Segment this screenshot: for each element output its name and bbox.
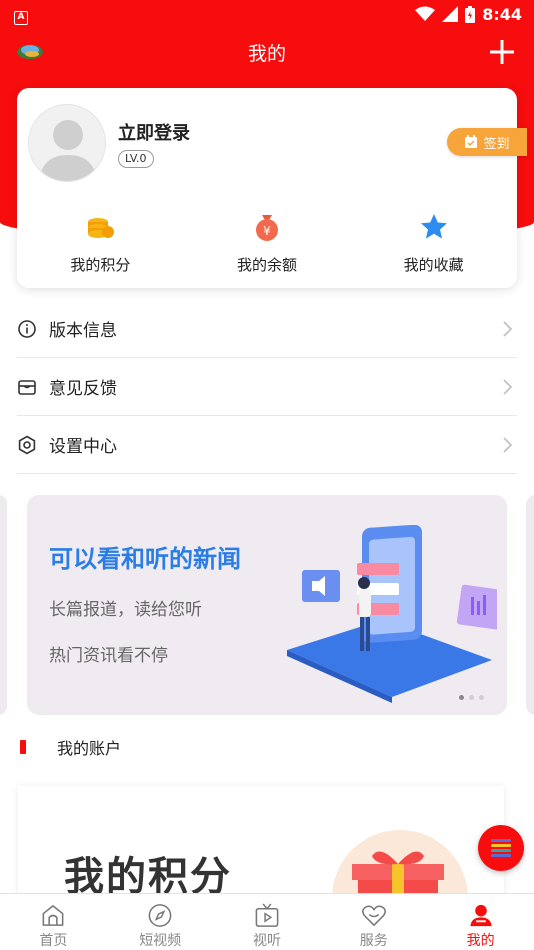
coins-icon [88,218,115,238]
menu-label: 意见反馈 [49,379,117,399]
chevron-right-icon [503,436,513,453]
carousel-dot[interactable] [459,695,464,700]
chevron-right-icon [503,320,513,337]
carousel-indicator [459,695,484,700]
user-stats: 我的积分 ¥ 我的余额 我的收藏 [17,212,517,278]
stat-label: 我的余额 [237,256,298,274]
menu-item-settings[interactable]: 设置中心 [17,416,517,474]
chevron-right-icon [503,378,513,395]
carousel-dot[interactable] [479,695,484,700]
settings-icon [18,435,36,454]
tab-short-video[interactable]: 短视频 [107,894,214,950]
stat-points[interactable]: 我的积分 [17,212,184,278]
money-bag-icon: ¥ [256,215,278,241]
tab-label: 服务 [359,933,388,949]
heart-icon [361,905,386,926]
banner-subtitle: 长篇报道，读给您听 [49,600,202,620]
info-icon [18,319,36,338]
tab-label: 首页 [39,933,68,949]
compass-icon [148,904,172,927]
default-avatar-icon [39,120,97,181]
tab-services[interactable]: 服务 [320,894,427,950]
stat-favorites[interactable]: 我的收藏 [350,212,517,278]
carousel-prev-slide[interactable] [0,495,7,715]
menu-label: 设置中心 [49,437,117,457]
stat-label: 我的积分 [70,256,131,274]
stat-label: 我的收藏 [403,256,464,274]
menu-item-feedback[interactable]: 意见反馈 [17,358,517,416]
tab-audio-video[interactable]: 视听 [214,894,321,950]
account-section-header: 我的账户 [20,735,121,759]
user-card: 立即登录 LV.0 签到 我的积分 ¥ 我的余额 我的收藏 [17,88,527,288]
login-link[interactable]: 立即登录 [118,119,190,145]
settings-menu: 版本信息 意见反馈 设置中心 [17,300,517,474]
add-icon[interactable] [488,38,516,66]
menu-item-version[interactable]: 版本信息 [17,300,517,358]
stat-balance[interactable]: ¥ 我的余额 [184,212,351,278]
app-logo-icon[interactable] [16,41,44,63]
banner-title: 可以看和听的新闻 [49,545,241,573]
tab-mine[interactable]: 我的 [427,894,534,950]
carousel-next-slide[interactable] [526,495,534,715]
menu-label: 版本信息 [49,321,117,341]
status-bar: A 8:44 [0,0,534,28]
section-title: 我的账户 [57,739,122,758]
banner-subtitle: 热门资讯看不停 [49,646,168,666]
floating-menu-button[interactable] [478,825,524,871]
avatar[interactable] [28,104,106,182]
person-icon [469,904,492,927]
top-bar: 我的 [0,28,534,76]
phone-reading-illustration [287,525,497,703]
clock-time: 8:44 [482,4,522,24]
news-banner[interactable]: 可以看和听的新闻 长篇报道，读给您听 热门资讯看不停 [27,495,507,715]
section-marker [20,740,26,754]
tab-home[interactable]: 首页 [0,894,107,950]
wifi-icon [415,6,436,21]
tab-label: 我的 [466,933,495,949]
bottom-navigation: 首页 短视频 视听 服务 我的 [0,893,534,950]
home-icon [42,905,64,926]
star-icon [420,214,447,239]
carousel-dot[interactable] [469,695,474,700]
battery-icon [465,5,476,23]
signal-icon [442,6,459,22]
stack-menu-icon [491,839,511,857]
signin-button[interactable]: 签到 [447,128,527,156]
signin-label: 签到 [483,136,510,152]
feedback-icon [18,379,36,395]
app-notification-icon: A [14,10,28,25]
svg-text:¥: ¥ [263,224,271,238]
page-title: 我的 [247,42,286,65]
points-card[interactable]: 我的积分 [18,786,504,906]
calendar-check-icon [465,135,478,148]
tv-icon [255,903,279,927]
level-badge: LV.0 [118,150,154,168]
tab-label: 短视频 [139,933,182,949]
tab-label: 视听 [252,933,281,949]
